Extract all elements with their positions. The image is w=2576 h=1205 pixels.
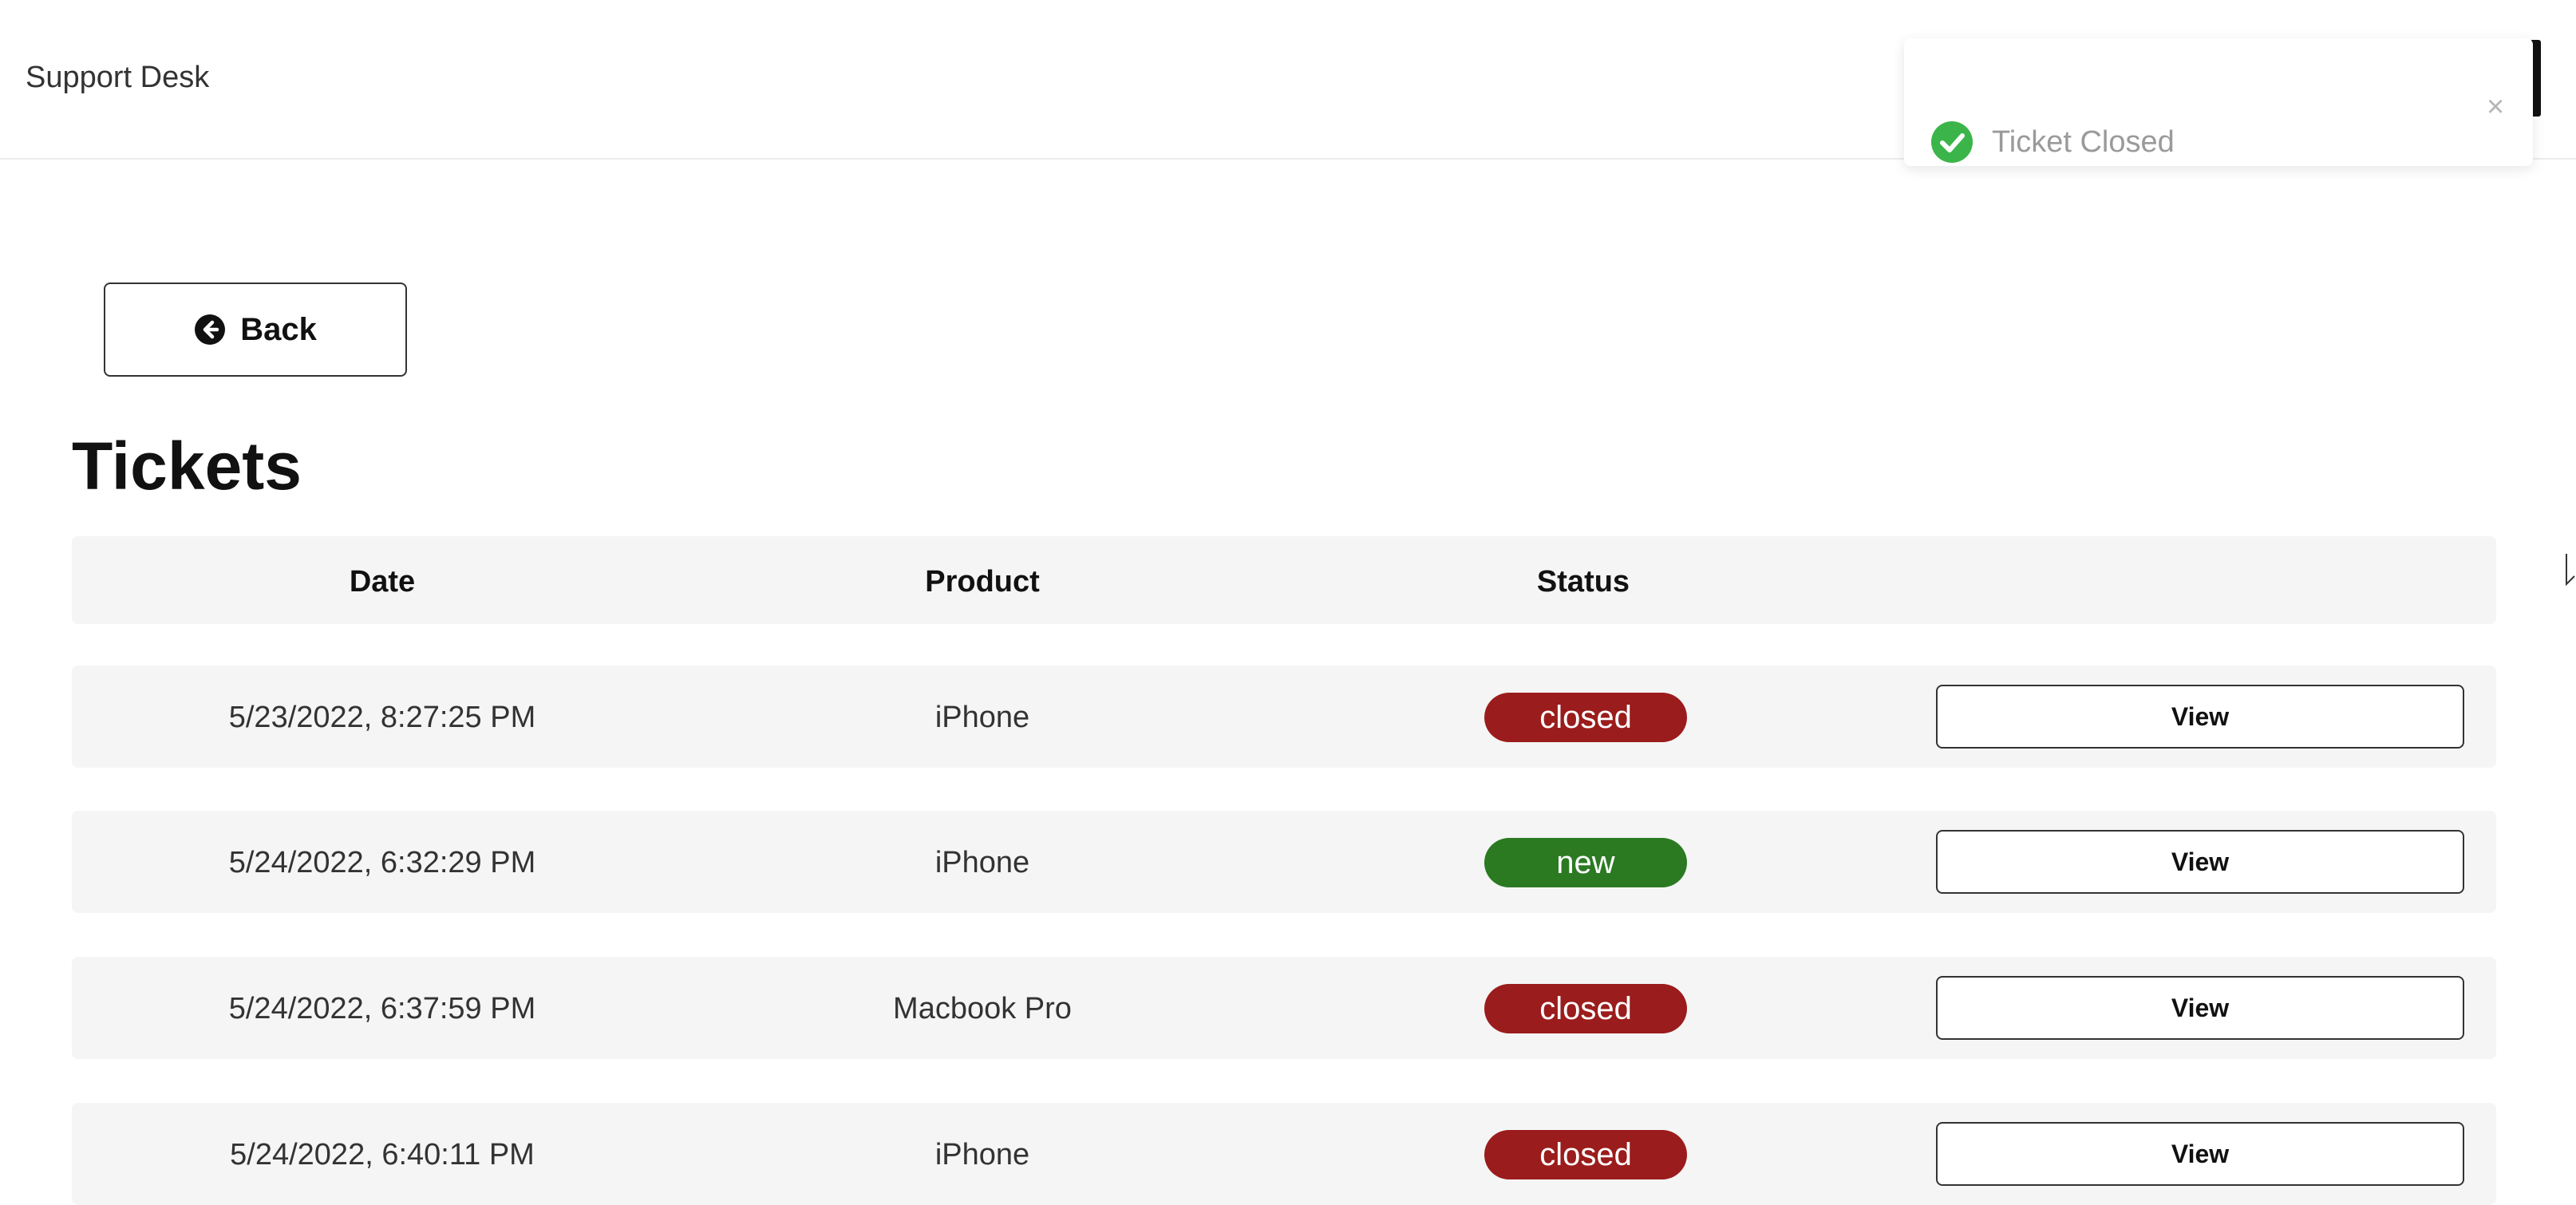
table-header: Date Product Status xyxy=(72,536,2496,624)
back-button[interactable]: Back xyxy=(104,282,407,377)
status-badge: closed xyxy=(1484,984,1687,1033)
ticket-date: 5/24/2022, 6:32:29 PM xyxy=(228,846,536,879)
table-row: 5/23/2022, 8:27:25 PM iPhone closed View xyxy=(72,666,2496,768)
status-badge: closed xyxy=(1484,693,1687,742)
ticket-product: Macbook Pro xyxy=(893,992,1072,1025)
table-row: 5/24/2022, 6:37:59 PM Macbook Pro closed… xyxy=(72,957,2496,1059)
ticket-product: iPhone xyxy=(934,846,1030,879)
view-ticket-button[interactable]: View xyxy=(1936,830,2464,894)
arrow-left-circle-icon xyxy=(194,314,226,346)
ticket-product: iPhone xyxy=(934,1138,1030,1171)
ticket-date: 5/24/2022, 6:37:59 PM xyxy=(228,992,536,1025)
view-ticket-button[interactable]: View xyxy=(1936,1122,2464,1186)
column-header-product: Product xyxy=(925,565,1040,599)
back-button-label: Back xyxy=(240,311,317,347)
ticket-date: 5/23/2022, 8:27:25 PM xyxy=(228,701,536,734)
toast-notification: Ticket Closed × xyxy=(1904,38,2533,166)
status-badge: new xyxy=(1484,838,1687,887)
column-header-status: Status xyxy=(1536,565,1630,599)
toast-close-icon[interactable]: × xyxy=(2487,91,2504,123)
view-ticket-button[interactable]: View xyxy=(1936,976,2464,1040)
table-row: 5/24/2022, 6:32:29 PM iPhone new View xyxy=(72,811,2496,913)
column-header-date: Date xyxy=(349,565,416,599)
table-row: 5/24/2022, 6:40:11 PM iPhone closed View xyxy=(72,1103,2496,1205)
ticket-product: iPhone xyxy=(934,701,1030,734)
view-ticket-button[interactable]: View xyxy=(1936,685,2464,749)
page-title: Tickets xyxy=(72,429,302,504)
check-circle-icon xyxy=(1931,121,1973,163)
app-brand[interactable]: Support Desk xyxy=(26,61,209,95)
toast-message: Ticket Closed xyxy=(1992,125,2175,159)
ticket-date: 5/24/2022, 6:40:11 PM xyxy=(230,1138,535,1171)
mouse-cursor-icon xyxy=(2565,552,2576,587)
status-badge: closed xyxy=(1484,1130,1687,1179)
